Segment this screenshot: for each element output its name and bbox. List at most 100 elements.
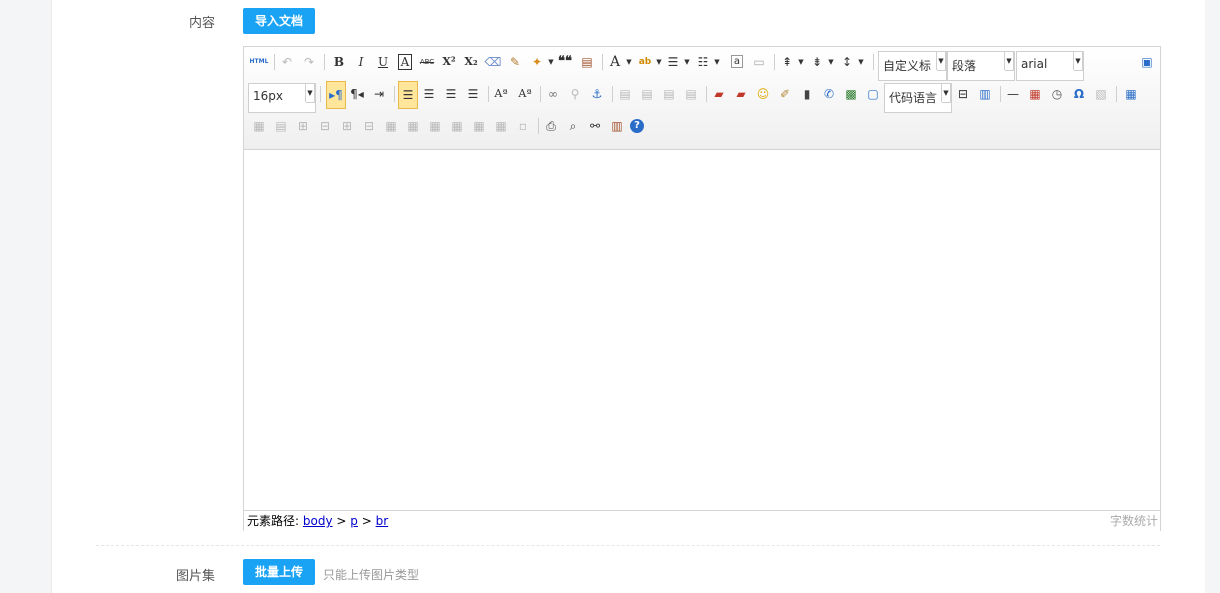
code-language-dropdown[interactable]: ▼ [941, 83, 951, 103]
paragraph-dropdown[interactable]: ▼ [1004, 51, 1014, 71]
unlink-icon[interactable]: ⚲ [566, 85, 584, 103]
toolbar-separator [774, 54, 775, 70]
undo-icon[interactable]: ↶ [278, 53, 296, 71]
page-break-icon[interactable]: ⊟ [954, 85, 972, 103]
image-none-icon[interactable]: ▤ [616, 85, 634, 103]
align-justify-icon[interactable]: ☰ [464, 85, 482, 103]
indent-icon[interactable]: ⇥ [370, 85, 388, 103]
redo-icon[interactable]: ↷ [300, 53, 318, 71]
font-border-icon[interactable]: A [396, 53, 414, 71]
blockquote-icon[interactable]: ❝❝ [556, 53, 574, 71]
element-path-body[interactable]: body [303, 514, 333, 528]
align-right-icon[interactable]: ☰ [442, 85, 460, 103]
image-right-icon[interactable]: ▤ [660, 85, 678, 103]
eraser-icon[interactable]: ⌫ [484, 53, 502, 71]
delete-col-icon[interactable]: ⊟ [360, 117, 378, 135]
fullscreen-icon[interactable]: ▣ [1138, 53, 1156, 71]
element-path: 元素路径: body > p > br [247, 511, 388, 531]
html-source-icon[interactable]: HTML [248, 53, 270, 71]
content-label: 内容 [188, 16, 215, 31]
superscript-icon[interactable]: X² [440, 53, 458, 71]
element-path-br[interactable]: br [376, 514, 389, 528]
toolbar-separator [612, 86, 613, 102]
rich-text-editor: HTML ↶ ↷ B I U A ABC X² X₂ ⌫ ✎ ✦ ▼ ❝❝ ▤ … [243, 46, 1161, 531]
chevron-down-icon: ▼ [305, 84, 314, 102]
special-char-icon[interactable]: Ω [1070, 85, 1088, 103]
anchor-icon[interactable]: ⚓ [588, 85, 606, 103]
lowercase-icon[interactable]: Aª [516, 85, 534, 103]
insert-row-icon[interactable]: ⊞ [294, 117, 312, 135]
split-to-rows-icon[interactable]: ▦ [470, 117, 488, 135]
split-to-cells-icon[interactable]: ▦ [448, 117, 466, 135]
clear-doc-icon[interactable]: ▭ [750, 53, 768, 71]
rtl-direction-icon[interactable]: ¶◂ [348, 85, 366, 103]
simple-upload-icon[interactable]: ▰ [710, 85, 728, 103]
chevron-down-icon: ▼ [1004, 52, 1013, 70]
time-icon[interactable]: ◷ [1048, 85, 1066, 103]
toolbar-separator [394, 86, 395, 102]
batch-upload-button[interactable]: 批量上传 [243, 559, 316, 585]
insert-video-icon[interactable]: ▮ [798, 85, 816, 103]
preview-icon[interactable]: ⌕ [564, 117, 582, 135]
element-path-separator: > [361, 514, 372, 528]
insert-table-icon[interactable]: ▦ [1122, 85, 1140, 103]
uppercase-icon[interactable]: Aª [492, 85, 510, 103]
merge-down-icon[interactable]: ▦ [426, 117, 444, 135]
print-icon[interactable]: ⎙ [542, 117, 560, 135]
link-icon[interactable]: ∞ [544, 85, 562, 103]
subscript-icon[interactable]: X₂ [462, 53, 480, 71]
horizontal-rule-icon[interactable]: — [1004, 85, 1022, 103]
select-all-icon[interactable]: a [728, 53, 746, 71]
align-left-icon[interactable]: ☰ [398, 81, 418, 109]
right-scroll-rail [1205, 0, 1220, 593]
chart-icon[interactable]: ▫ [514, 117, 532, 135]
gallery-label: 图片集 [175, 569, 215, 584]
toolbar-separator [706, 86, 707, 102]
chevron-down-icon[interactable]: ▼ [852, 53, 870, 71]
toolbar-separator [488, 86, 489, 102]
search-replace-icon[interactable]: ⚯ [586, 117, 604, 135]
toolbar-row-3: ▦ ▤ ⊞ ⊟ ⊞ ⊟ ▦ ▦ ▦ ▦ ▦ ▦ ▫ ⎙ ⌕ ⚯ ▥ ? [244, 111, 1160, 141]
chevron-down-icon[interactable]: ▼ [708, 53, 726, 71]
align-center-icon[interactable]: ☰ [420, 85, 438, 103]
insert-frame-icon[interactable]: ▢ [864, 85, 882, 103]
element-path-p[interactable]: p [350, 514, 358, 528]
date-icon[interactable]: ▦ [1026, 85, 1044, 103]
strikethrough-icon[interactable]: ABC [418, 53, 436, 71]
insert-paragraph-before-table-icon[interactable]: ▤ [272, 117, 290, 135]
draft-icon[interactable]: ▥ [608, 117, 626, 135]
merge-cells-icon[interactable]: ▦ [382, 117, 400, 135]
map-icon[interactable]: ▩ [842, 85, 860, 103]
attachment-icon[interactable]: ✆ [820, 85, 838, 103]
import-document-button[interactable]: 导入文档 [243, 8, 316, 34]
editor-content-area[interactable] [244, 150, 1160, 510]
delete-row-icon[interactable]: ⊟ [316, 117, 334, 135]
delete-table-icon[interactable]: ▦ [250, 117, 268, 135]
font-family-dropdown[interactable]: ▼ [1073, 51, 1083, 71]
bold-icon[interactable]: B [330, 53, 348, 71]
code-language-value: 代码语言 [889, 91, 938, 105]
insert-image-icon[interactable]: ▰ [732, 85, 750, 103]
paste-plain-icon[interactable]: ▤ [578, 53, 596, 71]
template-icon[interactable]: ▥ [976, 85, 994, 103]
font-size-dropdown[interactable]: ▼ [305, 83, 315, 103]
help-icon[interactable]: ? [630, 119, 644, 133]
element-path-separator: > [336, 514, 347, 528]
underline-icon[interactable]: U [374, 53, 392, 71]
font-family-value: arial [1021, 57, 1048, 71]
custom-title-dropdown[interactable]: ▼ [936, 51, 946, 71]
image-left-icon[interactable]: ▤ [638, 85, 656, 103]
chevron-down-icon: ▼ [1073, 52, 1082, 70]
split-to-cols-icon[interactable]: ▦ [492, 117, 510, 135]
merge-right-icon[interactable]: ▦ [404, 117, 422, 135]
scrawl-icon[interactable]: ✐ [776, 85, 794, 103]
format-brush-icon[interactable]: ✎ [506, 53, 524, 71]
chevron-down-icon: ▼ [936, 52, 945, 70]
ltr-direction-icon[interactable]: ▸¶ [326, 81, 346, 109]
snapscreen-icon[interactable]: ▧ [1092, 85, 1110, 103]
image-center-icon[interactable]: ▤ [682, 85, 700, 103]
italic-icon[interactable]: I [352, 53, 370, 71]
insert-col-icon[interactable]: ⊞ [338, 117, 356, 135]
editor-statusbar: 元素路径: body > p > br 字数统计 [244, 510, 1160, 531]
emotion-icon[interactable]: ☺ [754, 85, 772, 103]
